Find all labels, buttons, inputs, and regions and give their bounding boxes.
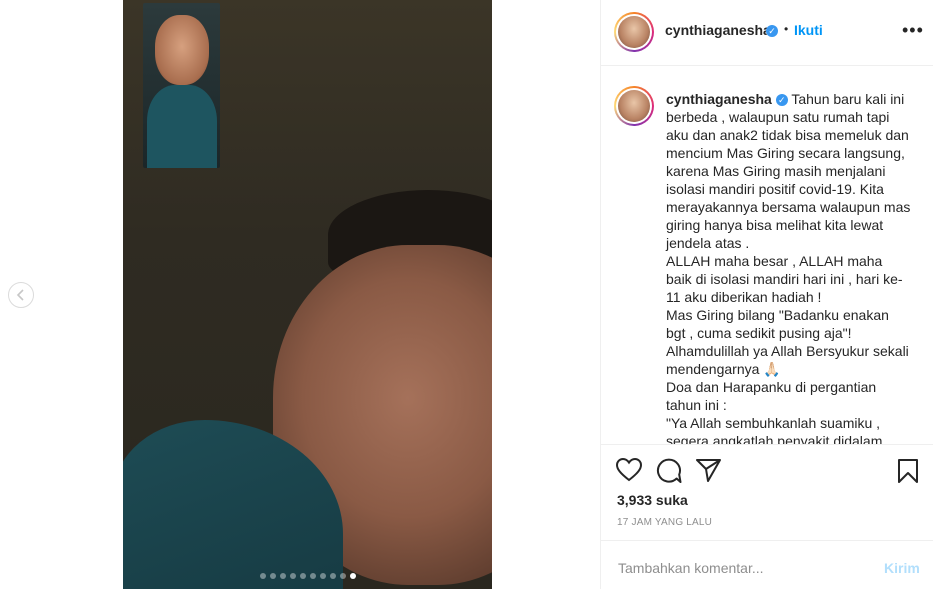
video-call-pip	[143, 3, 220, 168]
carousel-dot	[349, 573, 356, 579]
caption-avatar[interactable]	[614, 86, 654, 126]
comment-bar: Kirim	[601, 540, 933, 589]
likes-count[interactable]: 3,933 suka	[617, 492, 688, 508]
caption-username[interactable]: cynthiaganesha	[666, 91, 772, 107]
carousel-dot	[339, 573, 346, 579]
follow-button[interactable]: Ikuti	[794, 22, 823, 38]
carousel-dot	[309, 573, 316, 579]
heart-icon[interactable]	[616, 458, 642, 482]
bookmark-icon[interactable]	[897, 458, 919, 484]
caption-verified-badge-icon: ✓	[775, 94, 788, 106]
caption-body: Tahun baru kali ini berbeda , walaupun s…	[666, 91, 911, 445]
carousel-dot	[259, 573, 266, 579]
follow-separator: •	[784, 22, 789, 36]
post-header: cynthiaganesha ✓ • Ikuti •••	[601, 0, 933, 66]
carousel-dot	[329, 573, 336, 579]
more-options-icon[interactable]: •••	[902, 20, 924, 41]
carousel-dots	[123, 573, 492, 579]
chevron-left-icon	[16, 289, 24, 301]
header-username[interactable]: cynthiaganesha	[665, 22, 771, 38]
carousel-prev-button[interactable]	[8, 282, 34, 308]
verified-badge-icon: ✓	[766, 25, 778, 37]
carousel-dot	[269, 573, 276, 579]
caption-area: cynthiaganesha ✓ Tahun baru kali ini ber…	[601, 67, 933, 445]
carousel-dot	[279, 573, 286, 579]
comment-icon[interactable]	[656, 458, 682, 484]
carousel-dot	[299, 573, 306, 579]
action-bar	[601, 450, 933, 490]
carousel-dot	[289, 573, 296, 579]
caption-text: cynthiaganesha ✓ Tahun baru kali ini ber…	[666, 90, 911, 445]
header-avatar[interactable]	[614, 12, 654, 52]
media-panel	[0, 0, 600, 589]
post-photo[interactable]	[123, 0, 492, 589]
carousel-dot	[319, 573, 326, 579]
post-comment-button[interactable]: Kirim	[884, 560, 920, 576]
avatar-photo	[618, 16, 650, 48]
pip-face	[155, 15, 209, 85]
comment-input[interactable]	[616, 559, 850, 577]
pip-body	[147, 85, 217, 168]
avatar-photo	[618, 90, 650, 122]
post-sidebar: cynthiaganesha ✓ • Ikuti ••• cynthiagane…	[600, 0, 933, 589]
paper-plane-icon[interactable]	[696, 458, 722, 482]
post-timestamp[interactable]: 17 JAM YANG LALU	[617, 517, 712, 528]
